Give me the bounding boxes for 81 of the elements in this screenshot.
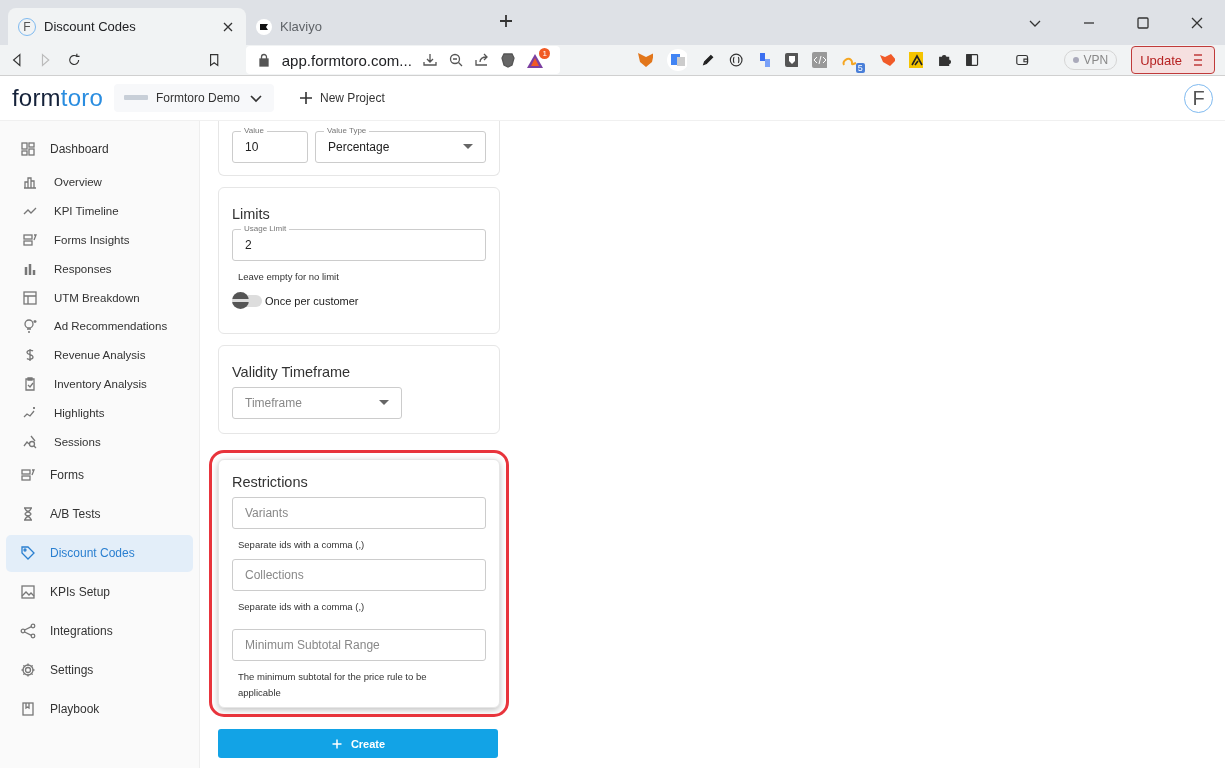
card-title: Validity Timeframe — [232, 364, 352, 380]
plus-icon — [298, 90, 315, 106]
sidebar-item[interactable]: Dashboard — [6, 130, 193, 167]
sidebar-item[interactable]: Highlights — [6, 398, 193, 428]
fox-icon[interactable] — [637, 52, 654, 68]
new-project-button[interactable]: New Project — [292, 89, 391, 107]
clipboard-icon — [22, 375, 38, 392]
mountain-icon[interactable] — [908, 52, 924, 68]
helper-text: Separate ids with a comma (,) — [238, 600, 366, 614]
helper-text: Separate ids with a comma (,) — [238, 538, 366, 552]
shield-icon[interactable] — [784, 52, 799, 68]
dropdown-caret-icon — [379, 400, 389, 406]
reload-icon[interactable] — [66, 52, 81, 68]
sidebar-item[interactable]: Ad Recommendations — [6, 312, 193, 341]
sidebar-item[interactable]: Discount Codes — [6, 534, 193, 572]
browser-tab[interactable]: Klaviyo — [246, 8, 484, 45]
project-selector[interactable]: Formtoro Demo — [114, 84, 275, 112]
card-title: Limits — [232, 206, 271, 222]
update-button[interactable]: Update — [1131, 46, 1216, 74]
plus-icon[interactable] — [498, 12, 514, 29]
sidebar-item[interactable]: Responses — [6, 254, 193, 284]
flag-icon — [256, 18, 272, 35]
sidebar-item[interactable]: UTM Breakdown — [6, 283, 193, 312]
settings-icon — [20, 662, 36, 679]
sidebar-item[interactable]: KPI Timeline — [6, 196, 193, 226]
book-icon — [20, 701, 36, 718]
status-dot-icon — [1073, 57, 1080, 63]
project-logo-icon — [124, 95, 148, 101]
pencil-icon[interactable] — [700, 52, 716, 68]
timeframe-select[interactable]: Timeframe — [232, 387, 402, 419]
notification-badge: 1 — [539, 47, 550, 59]
tab-title: Discount Codes — [44, 19, 137, 34]
url-text: app.formtoro.com... — [281, 51, 412, 69]
tag-icon — [20, 545, 36, 562]
download-icon[interactable] — [421, 52, 438, 68]
form-icon — [20, 467, 36, 484]
sidebar-item[interactable]: Inventory Analysis — [6, 369, 193, 399]
sidebar-item[interactable]: Integrations — [6, 612, 193, 650]
table-icon — [22, 289, 38, 306]
helper-text: Leave empty for no limit — [238, 270, 340, 284]
sidebar-item[interactable]: Playbook — [6, 690, 193, 728]
chart-search-icon — [22, 433, 38, 450]
bar-chart-icon — [22, 174, 38, 191]
grid-icon — [20, 140, 36, 157]
helper-text: The minimum subtotal for the price rule to be applicable — [238, 670, 428, 700]
sidebar-icon[interactable] — [965, 52, 980, 68]
text-field[interactable]: Variants — [232, 497, 486, 529]
browser-tab[interactable]: F Discount Codes — [8, 8, 246, 45]
tab-title: Klaviyo — [280, 19, 323, 34]
wallet-icon[interactable] — [1014, 52, 1030, 68]
share-icon[interactable] — [473, 52, 490, 68]
sidebar-item[interactable]: Forms Insights — [6, 225, 193, 255]
address-bar[interactable]: app.formtoro.com... 1 — [245, 46, 560, 74]
maximize-icon[interactable] — [1135, 14, 1151, 31]
sidebar-item[interactable]: A/B Tests — [6, 495, 193, 533]
sidebar-item[interactable]: Forms — [6, 456, 193, 494]
blocks-icon[interactable] — [757, 52, 771, 68]
sidebar-item[interactable]: Sessions — [6, 427, 193, 456]
zoom-out-icon[interactable] — [447, 52, 464, 68]
code-icon[interactable] — [812, 52, 827, 68]
sidebar-item[interactable]: KPIs Setup — [6, 573, 193, 611]
braces-icon[interactable] — [729, 52, 744, 68]
toggle-label: Once per customer — [265, 295, 359, 307]
plus-icon — [330, 737, 343, 750]
logo: formtoro — [12, 84, 104, 112]
text-field[interactable]: Minimum Subtotal Range — [232, 629, 486, 661]
card-title: Restrictions — [232, 474, 309, 490]
puzzle-icon[interactable] — [937, 52, 952, 68]
share-icon — [20, 623, 36, 640]
toggle-switch[interactable] — [232, 295, 262, 307]
dropdown-caret-icon — [463, 144, 473, 150]
sidebar-item[interactable]: Overview — [6, 168, 193, 197]
notification-badge: 5 — [855, 62, 865, 73]
lightbulb-icon — [22, 318, 38, 335]
text-field[interactable]: Collections — [232, 559, 486, 591]
triangle-icon[interactable] — [525, 52, 544, 69]
sidebar-item[interactable]: Revenue Analysis — [6, 340, 193, 370]
translate-icon[interactable] — [667, 49, 687, 71]
sidebar-item[interactable]: Settings — [6, 651, 193, 689]
image-icon — [20, 584, 36, 601]
form-icon — [22, 232, 38, 248]
